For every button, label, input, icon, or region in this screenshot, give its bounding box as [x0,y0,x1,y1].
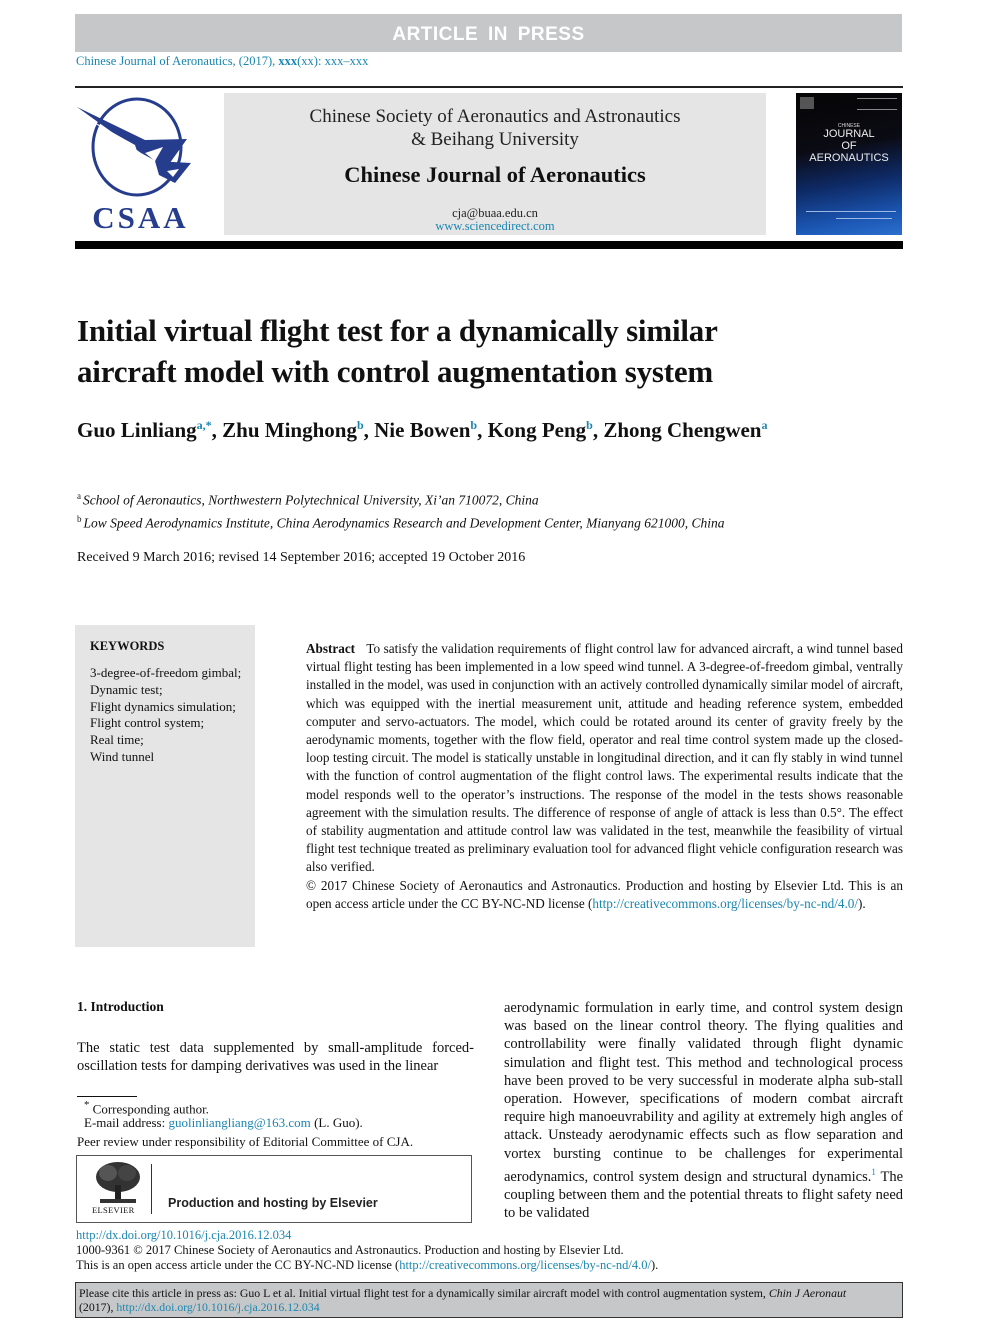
abstract-body: Abstract To satisfy the validation requi… [306,640,903,877]
citation-box: Please cite this article in press as: Gu… [75,1282,903,1318]
journal-cover-image: CHINESE JOURNAL OF AERONAUTICS [796,93,902,235]
abstract-label: Abstract [306,641,356,656]
cover-footer-line [836,218,892,219]
keyword-item: Flight control system; [90,715,205,731]
keyword-item: Dynamic test; [90,681,163,697]
keyword-item: Flight dynamics simulation; [90,698,236,714]
intro-paragraph-left: The static test data supplemented by sma… [77,1040,474,1075]
citation-doi-link[interactable]: http://dx.doi.org/10.1016/j.cja.2016.12.… [116,1300,319,1314]
footnote-rule [77,1096,137,1097]
keywords-heading: KEYWORDS [90,639,165,653]
oa-prefix: This is an open access article under the… [76,1258,400,1272]
section-heading-introduction: 1. Introduction [77,999,164,1014]
doi-link[interactable]: http://dx.doi.org/10.1016/j.cja.2016.12.… [76,1228,291,1243]
keywords-box: KEYWORDS 3-degree-of-freedom gimbal; Dyn… [75,625,255,947]
citation-prefix: Please cite this article in press as: Gu… [79,1286,769,1300]
open-access-notice: This is an open access article under the… [76,1258,658,1273]
citation-year: (2017), [79,1300,117,1314]
cover-issue-info [857,98,897,110]
journal-ref-suffix: (xx): xxx–xxx [297,54,369,68]
journal-name: Chinese Journal of Aeronautics [344,162,646,187]
society-name-line1: Chinese Society of Aeronautics and Astro… [309,106,681,127]
author-affiliation-mark[interactable]: b [470,418,477,432]
abstract-copyright: © 2017 Chinese Society of Aeronautics an… [306,877,903,913]
cover-title-line2: OF [841,140,857,152]
cover-title: JOURNAL OF AERONAUTICS [796,128,902,164]
cover-publisher-logo-icon [800,97,814,109]
email-suffix: (L. Guo). [310,1115,363,1130]
elsevier-production-box: ELSEVIER Production and hosting by Elsev… [76,1155,472,1223]
affiliation-mark: a [77,491,81,501]
keyword-item: Real time; [90,732,144,748]
author: Kong Peng [487,418,587,442]
author: Guo Linliang [77,418,197,442]
author-affiliation-mark[interactable]: b [357,418,364,432]
journal-ref-volume: xxx [278,54,298,68]
citation-journal: Chin J Aeronaut [768,1286,847,1300]
keyword-item: 3-degree-of-freedom gimbal; [90,665,242,680]
article-title-line2: aircraft model with control augmentation… [77,354,714,389]
production-hosting-text: Production and hosting by Elsevier [168,1196,378,1210]
article-title-line1: Initial virtual flight test for a dynami… [77,313,718,348]
keywords-list: 3-degree-of-freedom gimbal; Dynamic test… [90,665,241,766]
intro-paragraph-right: aerodynamic formulation in early time, a… [504,999,903,1222]
received-dates: Received 9 March 2016; revised 14 Septem… [77,550,526,565]
email-label: E-mail address: [84,1115,169,1130]
elsevier-wordmark: ELSEVIER [92,1205,135,1215]
csaa-logo-text: CSAA [92,200,189,235]
oa-suffix: ). [650,1258,659,1272]
article-in-press-banner: ARTICLE IN PRESS [75,14,902,52]
citation-text: Please cite this article in press as: Gu… [79,1286,899,1314]
journal-header-box: Chinese Society of Aeronautics and Astro… [224,93,766,235]
affiliation-item: a School of Aeronautics, Northwestern Pol… [77,487,725,510]
footnote-mark: * [84,1099,90,1111]
oa-license-link[interactable]: http://creativecommons.org/licenses/by-n… [399,1258,651,1272]
keyword-item: Wind tunnel [90,748,155,764]
elsevier-separator [151,1164,152,1214]
author: Nie Bowen [374,418,471,442]
journal-reference: Chinese Journal of Aeronautics, (2017), … [76,54,368,69]
author: Zhong Chengwen [603,418,762,442]
affiliations: a School of Aeronautics, Northwestern Pol… [77,487,725,532]
affiliation-mark: b [77,513,82,524]
cover-title-line1: JOURNAL [823,128,875,140]
elsevier-tree-icon [96,1162,140,1203]
header-top-rule [75,86,903,88]
abstract-text: To satisfy the validation requirements o… [306,641,904,875]
author-affiliation-mark[interactable]: b [586,418,593,432]
society-name-line2: & Beihang University [411,129,579,150]
journal-ref-prefix: Chinese Journal of Aeronautics, (2017), [76,54,279,68]
license-link[interactable]: http://creativecommons.org/licenses/by-n… [592,896,858,911]
footnote-email: E-mail address: guolinliangliang@163.com… [84,1115,363,1131]
abstract: Abstract To satisfy the validation requi… [306,640,903,913]
copyright-end: ). [858,895,866,911]
cover-footer-line [806,211,896,212]
affiliation-item: b Low Speed Aerodynamics Institute, China… [77,510,725,533]
issn-copyright: 1000-9361 © 2017 Chinese Society of Aero… [76,1243,624,1257]
cover-title-line3: AERONAUTICS [809,152,889,164]
intro-right-text: aerodynamic formulation in early time, a… [504,1000,903,1185]
banner-text: ARTICLE IN PRESS [392,24,585,45]
footnote-peer-review: Peer review under responsibility of Edit… [77,1134,414,1149]
article-title: Initial virtual flight test for a dynami… [77,310,897,392]
affiliation-text: Low Speed Aerodynamics Institute, China … [83,515,725,530]
author-affiliation-mark[interactable]: a [762,418,768,432]
author: Zhu Minghong [222,418,357,442]
author-affiliation-mark[interactable]: a,* [197,418,212,432]
author-email-link[interactable]: guolinliangliang@163.com [168,1115,310,1130]
affiliation-text: School of Aeronautics, Northwestern Poly… [83,492,539,508]
author-list: Guo Linlianga,*, Zhu Minghongb, Nie Bowe… [77,418,768,442]
header-bottom-rule [75,241,903,249]
sciencedirect-link[interactable]: www.sciencedirect.com [224,219,766,234]
